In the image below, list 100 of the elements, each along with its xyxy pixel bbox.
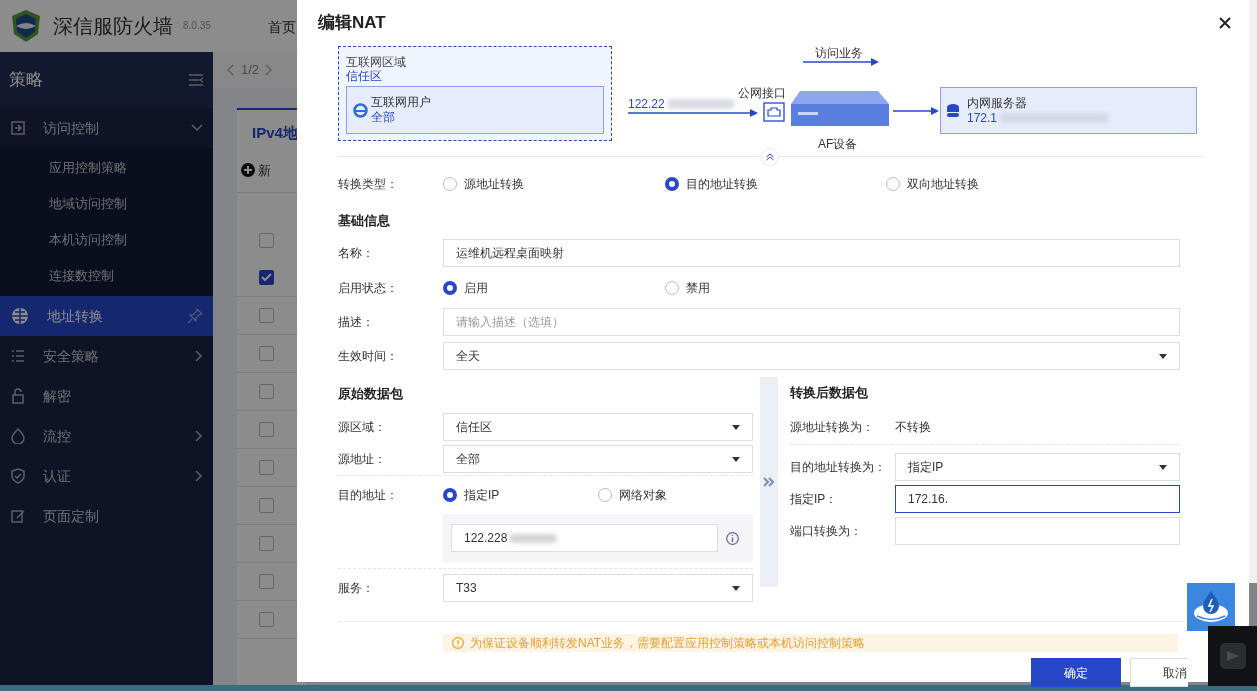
zone-label: 互联网区域	[346, 55, 407, 69]
sidebar-title: 策略	[9, 69, 43, 92]
field-label: 描述：	[338, 314, 375, 331]
notice-text: 为保证设备顺利转发NAT业务，需要配置应用控制策略或本机访问控制策略	[470, 635, 866, 652]
input-field[interactable]: 122.228	[451, 524, 718, 552]
dialog-title: 编辑NAT	[318, 11, 386, 34]
checkbox[interactable]	[259, 574, 274, 589]
section-heading: 基础信息	[338, 212, 391, 231]
radio-label[interactable]: 目的地址转换	[686, 175, 758, 193]
dialog-button[interactable]: 取消	[1130, 658, 1188, 687]
arrow	[893, 107, 939, 115]
radio-label[interactable]: 指定IP	[464, 486, 500, 504]
play-icon[interactable]	[1219, 643, 1246, 669]
checkbox[interactable]	[259, 346, 274, 361]
input-field[interactable]: 172.16.	[895, 485, 1180, 513]
field-label: 端口转换为：	[790, 523, 863, 540]
app-title: 深信服防火墙	[53, 14, 173, 39]
radio-label[interactable]: 源地址转换	[464, 175, 524, 193]
radio-button[interactable]	[598, 488, 612, 502]
add-icon[interactable]	[241, 163, 255, 178]
app-icon[interactable]	[1187, 583, 1235, 631]
nav-link[interactable]: 首页	[268, 17, 296, 38]
pin-icon[interactable]	[187, 308, 203, 324]
submenu-item[interactable]: 地域访问控制	[0, 186, 213, 222]
field-label: 源区域：	[338, 419, 387, 436]
section-heading: 原始数据包	[338, 385, 404, 404]
radio-label[interactable]: 网络对象	[619, 486, 667, 504]
device-label: AF设备	[818, 137, 858, 151]
service-label: 访问业务	[815, 46, 863, 60]
interface-label: 公网接口	[738, 86, 786, 100]
info-icon[interactable]	[726, 531, 739, 545]
radio-label[interactable]: 禁用	[686, 279, 710, 297]
blurred-text	[666, 99, 735, 109]
checkbox[interactable]	[259, 270, 274, 285]
radio-label[interactable]: 双向地址转换	[907, 175, 979, 193]
dropdown[interactable]: 全部	[443, 445, 753, 473]
field-label: 源地址：	[338, 451, 387, 468]
collapse-menu-icon[interactable]	[188, 74, 204, 86]
blurred-text	[509, 533, 558, 543]
dropdown[interactable]: 指定IP	[895, 453, 1180, 481]
arrow-box-icon	[10, 120, 26, 136]
checkbox[interactable]	[259, 460, 274, 475]
sidebar-item[interactable]: 地址转换	[0, 296, 213, 336]
lock-icon	[10, 388, 26, 404]
field-label: 生效时间：	[338, 348, 399, 365]
input-field[interactable]	[895, 517, 1180, 545]
database-icon	[947, 103, 959, 118]
radio-button[interactable]	[443, 488, 457, 502]
firewall-device-icon	[790, 90, 890, 128]
page-indicator: 1/2	[241, 61, 260, 80]
field-value: 不转换	[895, 418, 931, 436]
radio-button[interactable]	[886, 177, 900, 191]
input-field[interactable]: 请输入描述（选填）	[443, 308, 1180, 336]
browser-icon	[353, 102, 368, 118]
new-button[interactable]: 新	[258, 160, 271, 180]
warning-icon	[452, 637, 464, 649]
checkbox[interactable]	[259, 536, 274, 551]
submenu-item[interactable]: 本机访问控制	[0, 222, 213, 258]
collapse-icon[interactable]	[761, 148, 779, 166]
field-label: 转换类型：	[338, 176, 399, 193]
radio-button[interactable]	[665, 177, 679, 191]
section-heading: 转换后数据包	[790, 384, 869, 403]
field-label: 目的地址：	[338, 487, 399, 504]
field-label: 启用状态：	[338, 280, 399, 297]
input-field[interactable]: 运维机远程桌面映射	[443, 239, 1180, 267]
dropdown[interactable]: T33	[443, 574, 753, 602]
field-label: 指定IP：	[790, 491, 839, 508]
list-icon	[10, 348, 26, 364]
field-label: 服务：	[338, 580, 375, 597]
radio-button[interactable]	[443, 177, 457, 191]
checkbox[interactable]	[259, 232, 274, 248]
field-label: 源地址转换为：	[790, 418, 875, 436]
version-label: 8.0.35	[183, 19, 211, 33]
checkbox[interactable]	[259, 422, 274, 437]
drop-icon	[10, 428, 26, 444]
next-icon[interactable]	[265, 64, 274, 76]
radio-button[interactable]	[665, 281, 679, 295]
radio-label[interactable]: 启用	[464, 279, 488, 297]
previous-icon[interactable]	[227, 64, 235, 76]
radio-button[interactable]	[443, 281, 457, 295]
zone-name: 信任区	[346, 69, 383, 83]
close-icon[interactable]	[1219, 16, 1231, 29]
dialog-button[interactable]: 确定	[1031, 658, 1121, 687]
dropdown[interactable]: 全天	[443, 342, 1180, 370]
checkbox[interactable]	[259, 308, 274, 323]
submenu-item[interactable]: 连接数控制	[0, 258, 213, 294]
user-label: 互联网用户	[371, 95, 431, 110]
field-label: 目的地址转换为：	[790, 459, 887, 476]
server-ip: 172.1	[967, 110, 998, 126]
double-chevron-icon	[763, 477, 775, 487]
source-ip: 122.22	[628, 96, 665, 113]
scrollbar[interactable]	[1249, 0, 1257, 583]
checkbox[interactable]	[259, 498, 274, 513]
shield-icon	[10, 468, 26, 484]
server-label: 内网服务器	[967, 95, 1028, 111]
checkbox[interactable]	[259, 384, 274, 399]
dropdown[interactable]: 信任区	[443, 413, 753, 441]
submenu-item[interactable]: 应用控制策略	[0, 150, 213, 186]
checkbox[interactable]	[259, 612, 274, 627]
user-value: 全部	[371, 110, 396, 125]
